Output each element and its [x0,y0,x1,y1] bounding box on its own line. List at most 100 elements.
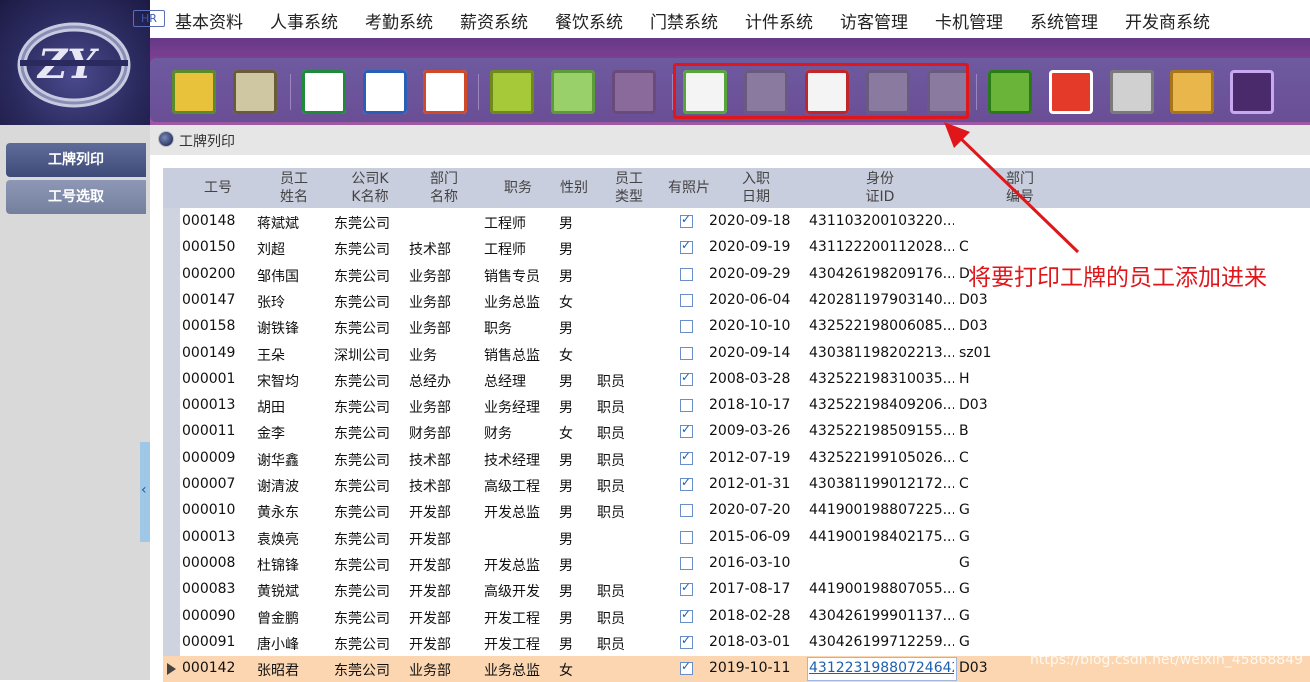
cell-title[interactable]: 开发工程 [484,608,554,628]
cell-idcard[interactable]: 430381198202213... [809,345,954,361]
cell-date[interactable]: 2020-09-14 [709,345,799,361]
photo-checkbox[interactable] [680,659,693,676]
cell-idcard[interactable]: 420281197903140... [809,292,954,308]
exit-icon[interactable] [1230,70,1274,114]
cell-name[interactable]: 唐小峰 [257,634,327,654]
menu-item-1[interactable]: 人事系统 [270,8,338,33]
cell-company[interactable]: 东莞公司 [334,529,404,549]
menu-item-3[interactable]: 薪资系统 [460,8,528,33]
cell-id[interactable]: 000090 [182,608,252,624]
filter-clear-icon[interactable] [612,70,656,114]
cell-deptno[interactable]: G [959,581,1039,597]
table-row[interactable]: 000010 黄永东 东莞公司 开发部 开发总监男职员 2020-07-20 4419001… [180,498,1310,524]
cell-dept[interactable]: 技术部 [409,450,479,470]
cell-deptno[interactable]: D03 [959,660,1039,676]
cell-date[interactable]: 2009-03-26 [709,423,799,439]
cell-type[interactable]: 职员 [597,581,653,601]
cell-company[interactable]: 东莞公司 [334,397,404,417]
cell-dept[interactable]: 开发部 [409,529,479,549]
help-icon[interactable] [1170,70,1214,114]
cell-title[interactable]: 技术经理 [484,450,554,470]
cell-gender[interactable]: 男 [559,450,593,470]
cell-name[interactable]: 曾金鹏 [257,608,327,628]
cell-dept[interactable]: 开发部 [409,555,479,575]
nav-item-badge-print[interactable]: 工牌列印 [6,143,146,177]
cell-dept[interactable]: 开发部 [409,634,479,654]
close-icon[interactable] [1049,70,1093,114]
column-header-3[interactable]: 部门 名称 [424,170,464,206]
cell-dept[interactable]: 业务部 [409,318,479,338]
table-row[interactable]: 000083 黄锐斌东莞公司开发部高级开发男职员 2017-08-17 4419001… [180,577,1310,603]
cell-date[interactable]: 2019-10-11 [709,660,799,676]
cell-date[interactable]: 2018-02-28 [709,608,799,624]
cell-idcard[interactable]: 432522198006085... [809,318,954,334]
cell-gender[interactable]: 男 [559,397,593,417]
cell-company[interactable]: 东莞公司 [334,476,404,496]
cell-gender[interactable]: 男 [559,239,593,259]
column-header-9[interactable]: 身份 证ID [860,170,900,206]
cell-date[interactable]: 2020-09-18 [709,213,799,229]
cell-gender[interactable]: 男 [559,266,593,286]
cell-id[interactable]: 000142 [182,660,252,676]
cell-idcard[interactable]: 432522198509155... [809,423,954,439]
photo-checkbox[interactable] [680,399,693,413]
table-row[interactable]: 000013 胡田 东莞公司 业务部 业务经理男职员 2018-10-17 43252219… [180,393,1310,419]
table-row[interactable]: 000008 杜锦锋 东莞公司 开发部 开发总监男 2016-03-10 G [180,551,1310,577]
cell-deptno[interactable]: D03 [959,292,1039,308]
cell-title[interactable]: 开发总监 [484,502,554,522]
menu-item-10[interactable]: 开发商系统 [1125,8,1210,33]
cell-company[interactable]: 东莞公司 [334,555,404,575]
cell-date[interactable]: 2020-06-04 [709,292,799,308]
photo-checkbox[interactable] [680,530,693,544]
cell-company[interactable]: 东莞公司 [334,608,404,628]
cell-dept[interactable]: 开发部 [409,502,479,522]
cell-date[interactable]: 2020-10-10 [709,318,799,334]
cell-name[interactable]: 邹伟国 [257,266,327,286]
excel-icon[interactable] [302,70,346,114]
cell-date[interactable]: 2012-01-31 [709,476,799,492]
menu-item-4[interactable]: 餐饮系统 [555,8,623,33]
cell-gender[interactable]: 男 [559,476,593,496]
cell-name[interactable]: 谢华鑫 [257,450,327,470]
table-row[interactable]: 000001 宋智均东莞公司总经办总经理男职员 2008-03-28 43252219… [180,367,1310,393]
cell-dept[interactable]: 业务部 [409,292,479,312]
photo-checkbox[interactable] [680,238,693,255]
cell-dept[interactable]: 业务部 [409,660,479,680]
column-header-6[interactable]: 员工 类型 [608,170,650,206]
cell-name[interactable]: 王朵 [257,345,327,365]
cell-idcard[interactable]: 430426199901137... [809,608,954,624]
menu-item-8[interactable]: 卡机管理 [935,8,1003,33]
cell-company[interactable]: 东莞公司 [334,239,404,259]
cell-company[interactable]: 东莞公司 [334,266,404,286]
cell-dept[interactable]: 总经办 [409,371,479,391]
cell-title[interactable]: 职务 [484,318,554,338]
cell-deptno[interactable]: G [959,608,1039,624]
cell-date[interactable]: 2016-03-10 [709,555,799,571]
cell-gender[interactable]: 男 [559,371,593,391]
menu-item-6[interactable]: 计件系统 [745,8,813,33]
cell-date[interactable]: 2020-07-20 [709,502,799,518]
column-header-5[interactable]: 性别 [557,179,591,197]
cell-dept[interactable]: 开发部 [409,608,479,628]
photo-checkbox[interactable] [680,449,693,465]
cell-type[interactable]: 职员 [597,634,653,654]
column-header-2[interactable]: 公司K K名称 [342,170,398,206]
photo-checkbox[interactable] [680,580,693,597]
photo-checkbox[interactable] [680,633,693,649]
table-row[interactable]: 000013 袁焕亮 东莞公司 开发部 男 2015-06-09 4419001984021… [180,525,1310,551]
cell-deptno[interactable]: C [959,476,1039,492]
cell-type[interactable]: 职员 [597,502,653,522]
cell-idcard[interactable]: 430426198209176... [809,266,954,282]
cell-gender[interactable]: 女 [559,292,593,312]
cell-gender[interactable]: 男 [559,529,593,549]
cell-title[interactable]: 业务总监 [484,292,554,312]
table-row[interactable]: 000149 王朵 深圳公司 业务 销售总监女 2020-09-14 43038119820… [180,341,1310,367]
cell-idcard[interactable]: 430381199012172... [809,476,954,492]
cell-name[interactable]: 袁焕亮 [257,529,327,549]
cell-dept[interactable]: 业务部 [409,397,479,417]
cell-id[interactable]: 000148 [182,213,252,229]
cell-gender[interactable]: 男 [559,502,593,522]
word-icon[interactable] [363,70,407,114]
cell-dept[interactable]: 业务部 [409,266,479,286]
photo-checkbox[interactable] [680,422,693,439]
